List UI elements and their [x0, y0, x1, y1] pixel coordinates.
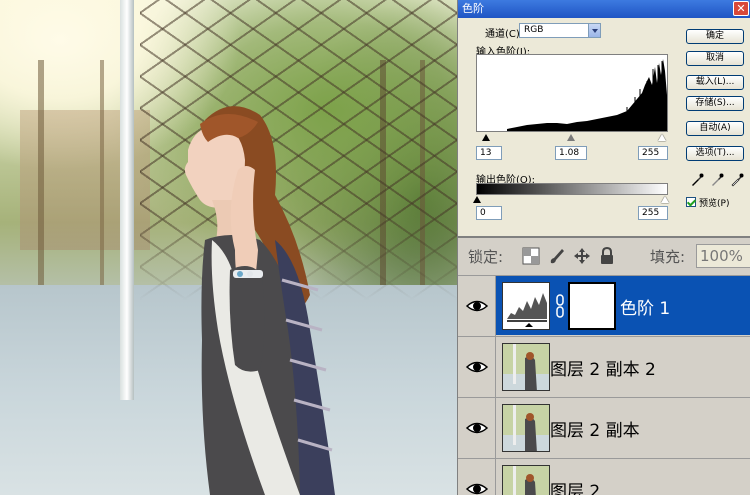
output-gradient: [476, 183, 668, 195]
input-black-handle[interactable]: [482, 134, 490, 141]
gray-eyedropper-icon[interactable]: [710, 173, 724, 187]
layer-thumbnail[interactable]: [502, 343, 550, 391]
layer-thumbnail[interactable]: [502, 465, 550, 495]
output-black-field[interactable]: 0: [476, 206, 502, 220]
levels-adjustment-icon: [503, 283, 549, 329]
photo-thumbnail: [503, 344, 549, 390]
lock-all-icon[interactable]: [598, 247, 616, 265]
fill-label: 填充:: [650, 248, 686, 266]
output-slider[interactable]: [473, 195, 669, 205]
lock-transparency-icon[interactable]: [522, 247, 540, 265]
dialog-title: 色阶: [462, 2, 484, 15]
input-white-field[interactable]: 255: [638, 146, 668, 160]
input-gamma-field[interactable]: 1.08: [555, 146, 587, 160]
save-button[interactable]: 存储(S)...: [686, 96, 744, 111]
load-button[interactable]: 载入(L)...: [686, 75, 744, 90]
close-icon[interactable]: ✕: [733, 1, 749, 16]
fill-input[interactable]: 100%: [696, 244, 750, 268]
chain-icon[interactable]: [555, 294, 565, 318]
visibility-cell[interactable]: [458, 398, 496, 458]
layer-row-base[interactable]: 图层 2: [458, 458, 750, 495]
histogram: [476, 54, 668, 132]
net-pole: [120, 0, 134, 400]
preview-label: 预览(P): [699, 199, 730, 209]
dialog-titlebar[interactable]: 色阶 ✕: [458, 0, 750, 18]
adjustment-thumbnail[interactable]: [502, 282, 550, 330]
channel-label: 通道(C):: [485, 29, 524, 40]
layer-row-copy[interactable]: 图层 2 副本: [458, 397, 750, 458]
layer-name: 色阶 1: [620, 299, 671, 319]
input-black-field[interactable]: 13: [476, 146, 502, 160]
black-eyedropper-icon[interactable]: [690, 173, 704, 187]
white-eyedropper-icon[interactable]: [730, 173, 744, 187]
lock-label: 锁定:: [468, 248, 504, 266]
document-canvas-photo: [0, 0, 457, 495]
layer-name: 图层 2: [550, 482, 601, 495]
girl-figure: [184, 106, 335, 495]
histogram-graph: [507, 59, 667, 131]
input-slider[interactable]: [476, 133, 668, 143]
output-white-field[interactable]: 255: [638, 206, 668, 220]
layer-mask-thumbnail[interactable]: [568, 282, 616, 330]
levels-dialog: 色阶 ✕ 通道(C): RGB 输入色阶(I): 13 1.08 255 输出色…: [458, 0, 750, 238]
cancel-button[interactable]: 取消: [686, 51, 744, 66]
visibility-cell[interactable]: [458, 276, 496, 336]
preview-checkbox[interactable]: [686, 197, 696, 207]
lock-position-icon[interactable]: [573, 247, 591, 265]
input-gamma-handle[interactable]: [567, 134, 575, 141]
photo-thumbnail: [503, 405, 549, 451]
channel-select[interactable]: RGB: [519, 23, 601, 38]
auto-button[interactable]: 自动(A): [686, 121, 744, 136]
eye-icon[interactable]: [466, 419, 488, 437]
options-button[interactable]: 选项(T)...: [686, 146, 744, 161]
eye-icon[interactable]: [466, 297, 488, 315]
right-panel: 色阶 ✕ 通道(C): RGB 输入色阶(I): 13 1.08 255 输出色…: [457, 0, 750, 495]
visibility-cell[interactable]: [458, 459, 496, 495]
visibility-cell[interactable]: [458, 337, 496, 397]
layer-row-levels-1[interactable]: 色阶 1: [458, 275, 750, 336]
lock-paint-icon[interactable]: [548, 247, 566, 265]
eye-icon[interactable]: [466, 358, 488, 376]
layer-thumbnail[interactable]: [502, 404, 550, 452]
photo-thumbnail: [503, 466, 549, 495]
input-white-handle[interactable]: [658, 134, 666, 141]
output-black-handle[interactable]: [473, 196, 481, 203]
layer-name: 图层 2 副本: [550, 421, 640, 441]
output-white-handle[interactable]: [661, 196, 669, 203]
layers-lock-bar: 锁定: 填充: 100%: [458, 240, 750, 272]
ok-button[interactable]: 确定: [686, 29, 744, 44]
eye-icon[interactable]: [466, 480, 488, 495]
chevron-down-icon[interactable]: [588, 24, 600, 37]
channel-value: RGB: [524, 25, 544, 35]
layer-name: 图层 2 副本 2: [550, 360, 656, 380]
layer-row-copy-2[interactable]: 图层 2 副本 2: [458, 336, 750, 397]
